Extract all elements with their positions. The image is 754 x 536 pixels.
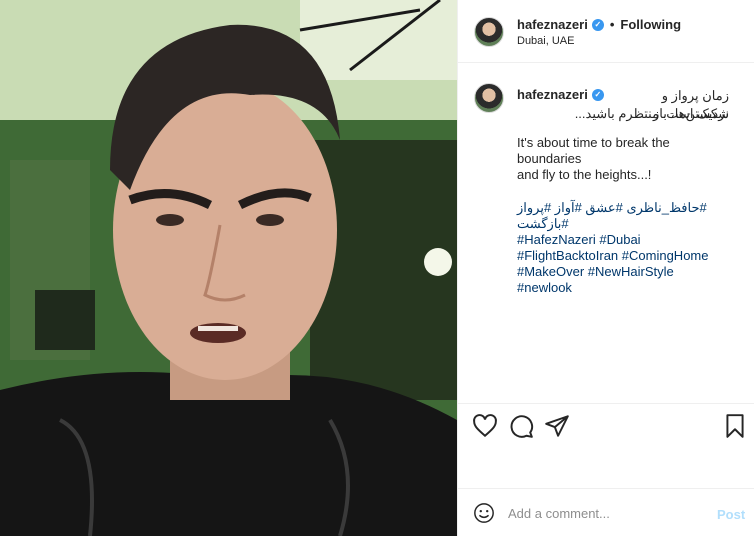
heart-icon[interactable] [472, 413, 498, 439]
hashtags-persian[interactable]: #حافظ_ناظری #عشق #آواز #پرواز #بازگشت [517, 200, 729, 232]
separator-dot: • [609, 17, 615, 32]
username-link[interactable]: hafeznazeri [517, 17, 588, 32]
caption-line: boundaries [517, 151, 582, 166]
post-comment-button[interactable]: Post [717, 507, 745, 522]
avatar[interactable] [474, 17, 504, 47]
hashtag-line[interactable]: #MakeOver #NewHairStyle [517, 264, 729, 280]
comment-bar: Post [458, 488, 754, 536]
comment-icon[interactable] [508, 413, 534, 439]
post-image[interactable] [0, 0, 457, 536]
caption-line: and fly to the heights...! [517, 167, 652, 182]
caption-avatar[interactable] [474, 83, 504, 113]
caption-line: It's about time to break the [517, 135, 670, 150]
bookmark-icon[interactable] [722, 413, 748, 439]
hashtag-line[interactable]: #newlook [517, 280, 729, 296]
header-user-row: hafeznazeri ✓ • Following [517, 17, 681, 32]
hashtag-line[interactable]: #FlightBacktoIran #ComingHome [517, 248, 729, 264]
caption-rtl-line: نزدیک است. منتظرم باشید... [574, 106, 729, 121]
share-icon[interactable] [544, 413, 570, 439]
emoji-icon[interactable] [473, 502, 495, 524]
hashtags-list: #HafezNazeri #Dubai #FlightBacktoIran #C… [517, 232, 729, 296]
caption-rtl-line-2-wrap: نزدیک است. منتظرم باشید... [517, 105, 729, 123]
verified-badge-icon: ✓ [591, 18, 604, 31]
post-header: hafeznazeri ✓ • Following Dubai, UAE [458, 0, 754, 63]
caption-area: hafeznazeri ✓ . زمان پرواز و شکستن‌ها، ب… [458, 63, 754, 403]
action-bar [458, 403, 754, 449]
comment-input[interactable] [508, 503, 708, 523]
caption-english: It's about time to break the boundaries … [517, 135, 729, 183]
following-button[interactable]: Following [620, 17, 681, 32]
post-photo [0, 0, 457, 536]
location-link[interactable]: Dubai, UAE [517, 35, 574, 47]
hashtag-line[interactable]: #HafezNazeri #Dubai [517, 232, 729, 248]
post-sidebar: hafeznazeri ✓ • Following Dubai, UAE haf… [457, 0, 754, 536]
